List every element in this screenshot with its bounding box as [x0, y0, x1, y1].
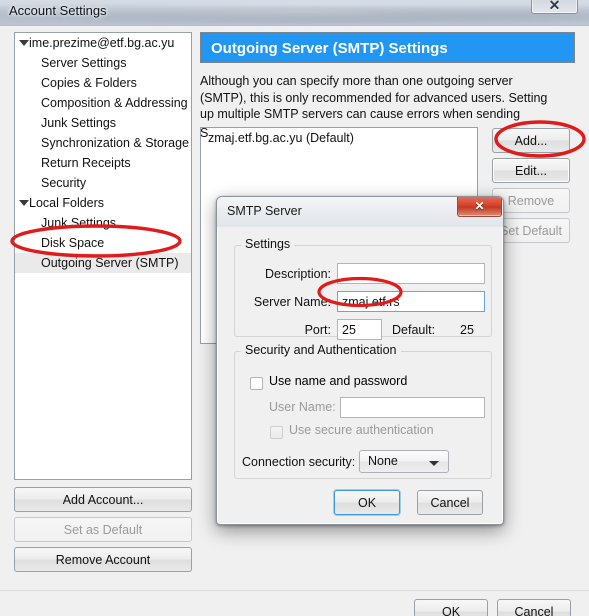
- sidebar-item-label: Security: [41, 176, 87, 190]
- list-item[interactable]: zmaj.etf.bg.ac.yu (Default): [201, 128, 477, 148]
- sidebar-item[interactable]: Junk Settings: [15, 113, 191, 133]
- sidebar-item[interactable]: Synchronization & Storage: [15, 133, 191, 153]
- dialog-title: SMTP Server: [227, 204, 302, 218]
- sidebar-item-label: Return Receipts: [41, 156, 131, 170]
- sidebar-item-label: Local Folders: [29, 196, 105, 210]
- port-input[interactable]: [337, 319, 382, 340]
- divider: [0, 590, 589, 591]
- use-name-password-label: Use name and password: [269, 374, 408, 388]
- sidebar-item-label: Copies & Folders: [41, 76, 137, 90]
- secure-authentication-label: Use secure authentication: [289, 423, 434, 437]
- account-tree[interactable]: ime.prezime@etf.bg.ac.yu Server Settings C…: [14, 32, 192, 480]
- sidebar-item[interactable]: Outgoing Server (SMTP): [15, 253, 191, 273]
- user-name-input[interactable]: [340, 397, 485, 418]
- edit-smtp-button[interactable]: Edit...: [492, 158, 570, 183]
- pane-description-sliver: S: [200, 126, 209, 140]
- remove-account-button[interactable]: Remove Account: [14, 547, 192, 572]
- dialog-close-button[interactable]: ✕: [457, 197, 502, 217]
- server-name-input[interactable]: [337, 291, 485, 312]
- sidebar-item[interactable]: ime.prezime@etf.bg.ac.yu: [15, 33, 191, 53]
- sidebar-item-label: Outgoing Server (SMTP): [41, 256, 179, 270]
- sidebar-item-label: Junk Settings: [41, 116, 117, 130]
- description-label: Description:: [265, 267, 331, 281]
- dialog-titlebar: SMTP Server ✕: [217, 197, 503, 227]
- sidebar-item-label: Server Settings: [41, 56, 127, 70]
- sidebar-item[interactable]: Copies & Folders: [15, 73, 191, 93]
- security-group-legend: Security and Authentication: [241, 343, 401, 357]
- description-input[interactable]: [337, 263, 485, 284]
- chevron-down-icon: [429, 461, 439, 466]
- sidebar-item[interactable]: Server Settings: [15, 53, 191, 73]
- default-port-value: 25: [460, 323, 474, 337]
- server-name-label: Server Name:: [253, 295, 331, 309]
- set-as-default-button: Set as Default: [14, 517, 192, 542]
- use-name-password-checkbox[interactable]: [250, 377, 263, 390]
- sidebar-item[interactable]: Composition & Addressing: [15, 93, 191, 113]
- cancel-button[interactable]: Cancel: [497, 599, 571, 616]
- settings-group-legend: Settings: [241, 237, 295, 251]
- expand-triangle-icon[interactable]: [19, 40, 29, 46]
- sidebar-item[interactable]: Local Folders: [15, 193, 191, 213]
- connection-security-label: Connection security:: [242, 455, 356, 469]
- sidebar-item[interactable]: Return Receipts: [15, 153, 191, 173]
- window-title: Account Settings: [9, 3, 107, 18]
- connection-security-value: None: [368, 454, 398, 468]
- ok-button[interactable]: OK: [414, 599, 488, 616]
- expand-triangle-icon[interactable]: [19, 200, 29, 206]
- sidebar-item-label: Junk Settings: [41, 216, 117, 230]
- smtp-settings-pane: Outgoing Server (SMTP) Settings Although…: [200, 32, 575, 344]
- window-titlebar: Account Settings ✕: [0, 0, 589, 25]
- page-title: Outgoing Server (SMTP) Settings: [200, 32, 575, 63]
- sidebar-item-label: ime.prezime@etf.bg.ac.yu: [29, 36, 175, 50]
- sidebar-item-label: Disk Space: [41, 236, 105, 250]
- add-account-button[interactable]: Add Account...: [14, 487, 192, 512]
- sidebar-item-label: Composition & Addressing: [41, 96, 188, 110]
- dialog-body: Settings Description: Server Name: Port:…: [217, 227, 503, 524]
- default-port-label: Default:: [392, 323, 436, 337]
- close-icon: ✕: [548, 0, 561, 13]
- add-smtp-button[interactable]: Add...: [492, 128, 570, 153]
- sidebar-item-label: Synchronization & Storage: [41, 136, 190, 150]
- smtp-server-dialog: SMTP Server ✕ Settings Description: Serv…: [216, 196, 504, 525]
- user-name-label: User Name:: [269, 400, 336, 414]
- sidebar-item[interactable]: Security: [15, 173, 191, 193]
- dialog-cancel-button[interactable]: Cancel: [417, 490, 483, 515]
- secure-authentication-checkbox: [270, 426, 283, 439]
- dialog-ok-button[interactable]: OK: [334, 490, 400, 515]
- sidebar-item[interactable]: Junk Settings: [15, 213, 191, 233]
- window-close-button[interactable]: ✕: [531, 0, 578, 14]
- port-label: Port:: [304, 323, 331, 337]
- connection-security-select[interactable]: None: [359, 450, 449, 473]
- sidebar-item[interactable]: Disk Space: [15, 233, 191, 253]
- close-icon: ✕: [474, 199, 485, 213]
